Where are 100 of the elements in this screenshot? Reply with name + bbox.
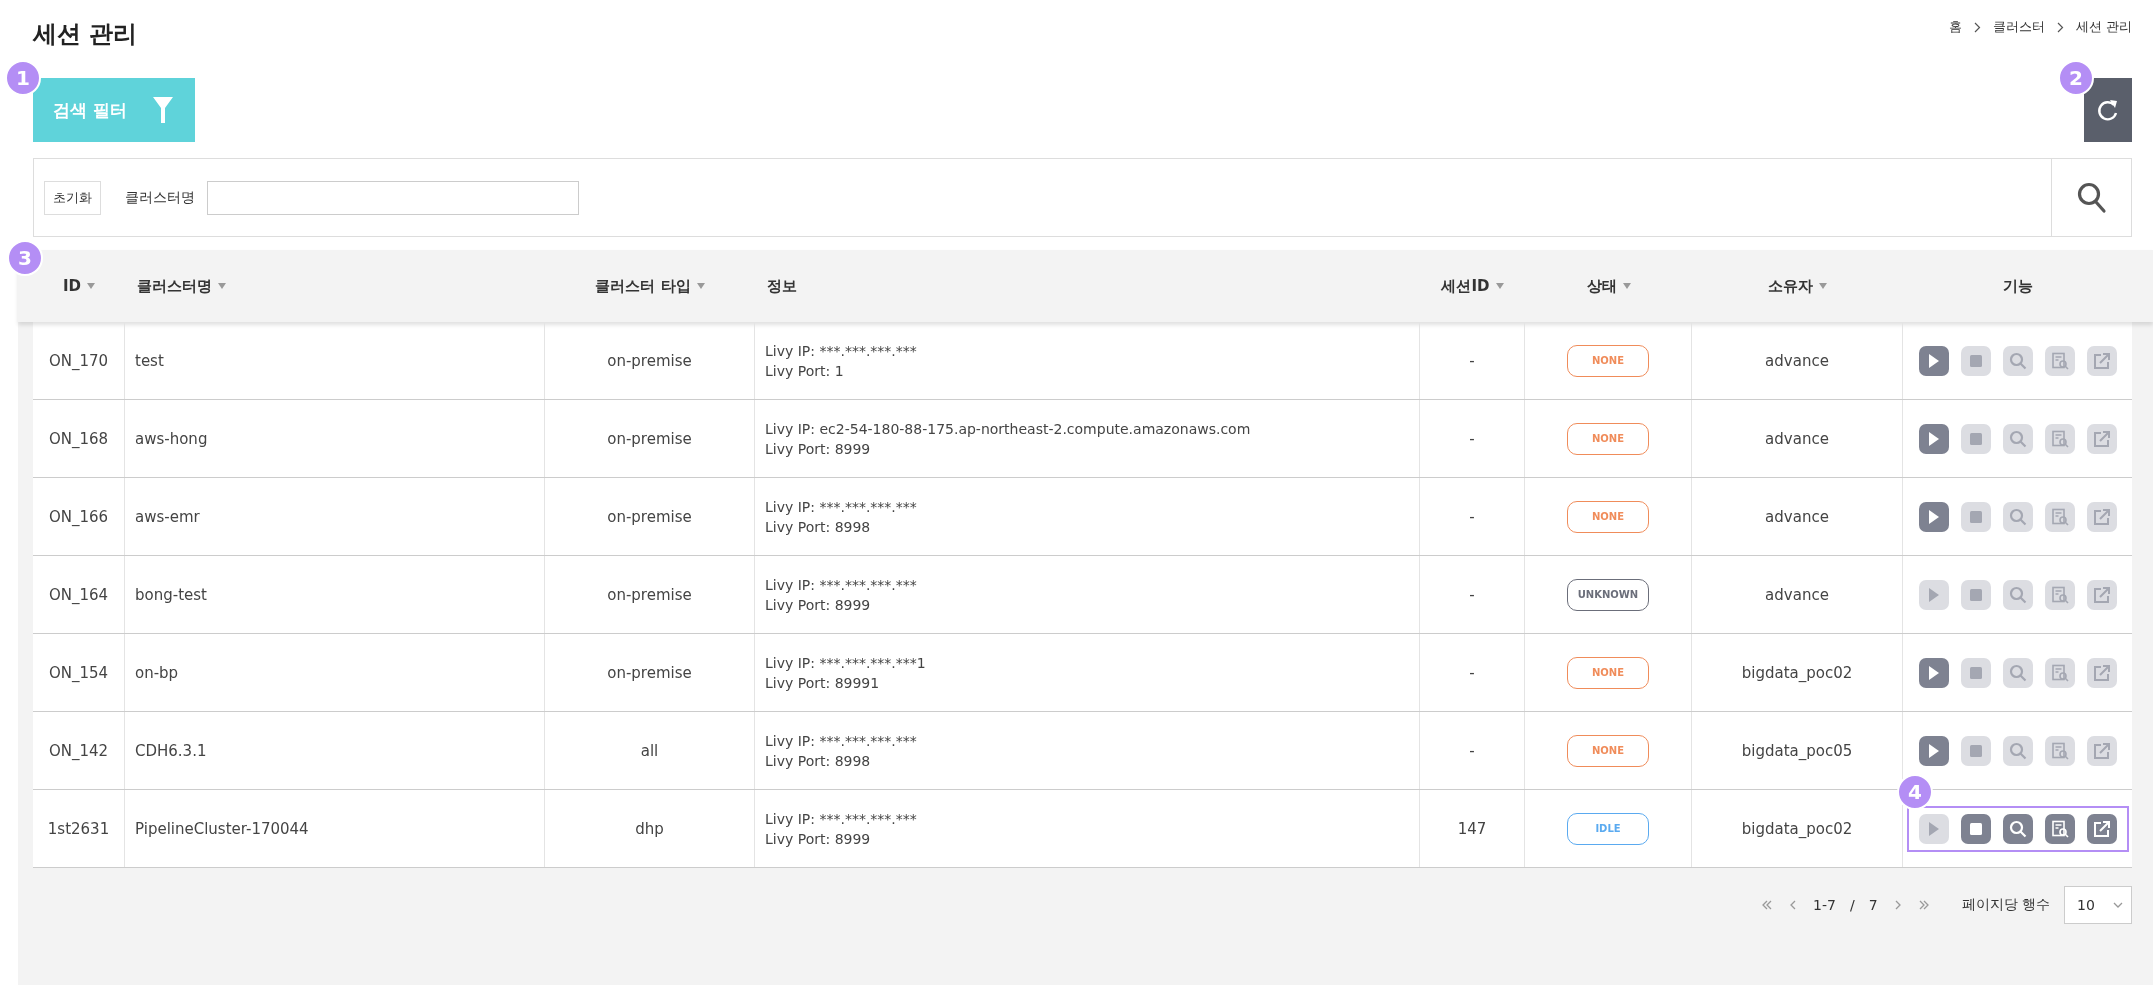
table-cell: ON_166 — [48, 507, 109, 526]
sort-caret-icon[interactable] — [1495, 283, 1504, 289]
document-search-icon — [2050, 741, 2069, 760]
breadcrumb-item[interactable]: 클러스터 — [1992, 18, 2045, 36]
column-header[interactable]: ID — [62, 277, 81, 295]
chevron-right-icon — [1973, 21, 1981, 33]
document-search-icon — [2050, 351, 2069, 370]
external-link-icon — [2092, 507, 2111, 526]
search-icon — [2076, 181, 2107, 214]
status-badge: NONE — [1567, 500, 1649, 533]
table-cell: advance — [1765, 351, 1829, 370]
play-icon — [1927, 586, 1940, 603]
info-text: Livy Port: 8999 — [765, 439, 871, 459]
last-page-icon[interactable] — [1917, 899, 1930, 911]
table-cell: aws-emr — [135, 507, 200, 526]
info-text: Livy Port: 8999 — [765, 829, 871, 849]
table-cell: PipelineCluster-170044 — [135, 819, 309, 838]
document-search-icon — [2050, 507, 2069, 526]
table-cell: bigdata_poc02 — [1741, 663, 1853, 682]
action-button[interactable] — [2044, 813, 2075, 844]
reset-button[interactable]: 초기화 — [44, 180, 101, 215]
column-header[interactable]: 상태 — [1586, 276, 1617, 296]
status-badge: UNKNOWN — [1567, 578, 1649, 611]
status-badge: IDLE — [1567, 812, 1649, 845]
info-text: Livy IP: ***.***.***.*** — [765, 809, 917, 829]
stop-icon — [1969, 588, 1982, 601]
play-icon — [1927, 664, 1940, 681]
rows-per-page-select[interactable]: 10 — [2064, 886, 2132, 924]
external-link-icon — [2092, 741, 2111, 760]
table-cell: ON_142 — [48, 741, 109, 760]
stop-icon — [1969, 510, 1982, 523]
table-cell: on-premise — [607, 663, 692, 682]
action-button[interactable] — [2086, 813, 2117, 844]
table-cell: - — [1469, 663, 1475, 682]
table-cell: bigdata_poc02 — [1741, 819, 1853, 838]
chevron-down-icon — [2113, 902, 2123, 908]
action-button[interactable] — [1918, 657, 1949, 688]
action-button[interactable] — [1960, 813, 1991, 844]
breadcrumb-item[interactable]: 홈 — [1948, 18, 1962, 36]
table-cell: advance — [1765, 585, 1829, 604]
action-button[interactable] — [2002, 813, 2033, 844]
sort-caret-icon[interactable] — [696, 283, 705, 289]
column-header[interactable]: 클러스터 타입 — [595, 276, 691, 296]
info-text: Livy Port: 89991 — [765, 673, 880, 693]
breadcrumb-item[interactable]: 세션 관리 — [2075, 18, 2132, 36]
search-icon — [2008, 351, 2027, 370]
external-link-icon — [2092, 429, 2111, 448]
column-header[interactable]: 클러스터명 — [137, 276, 212, 296]
search-icon — [2008, 663, 2027, 682]
sort-caret-icon[interactable] — [1622, 283, 1631, 289]
action-button[interactable] — [1918, 735, 1949, 766]
table-cell: 1st2631 — [47, 819, 110, 838]
refresh-button[interactable] — [2084, 78, 2132, 142]
table-cell: test — [135, 351, 164, 370]
play-icon — [1927, 508, 1940, 525]
chevron-right-icon — [2056, 21, 2064, 33]
search-icon — [2008, 741, 2027, 760]
first-page-icon[interactable] — [1761, 899, 1774, 911]
play-icon — [1927, 352, 1940, 369]
table-cell: aws-hong — [135, 429, 208, 448]
stop-icon — [1969, 354, 1982, 367]
column-header: 기능 — [2002, 276, 2033, 296]
table-cell: ON_164 — [48, 585, 109, 604]
page-title: 세션 관리 — [33, 19, 138, 50]
page-total: 7 — [1868, 897, 1878, 913]
cluster-name-input[interactable] — [207, 180, 579, 215]
field-label: 클러스터명 — [125, 188, 195, 207]
table-cell: dhp — [635, 819, 664, 838]
info-text: Livy Port: 1 — [765, 361, 844, 381]
stop-icon — [1969, 744, 1982, 757]
sort-caret-icon[interactable] — [87, 283, 95, 289]
rows-per-page-label: 페이지당 행수 — [1961, 896, 2050, 914]
stop-icon — [1969, 822, 1982, 835]
table-cell: advance — [1765, 507, 1829, 526]
status-badge: NONE — [1567, 734, 1649, 767]
document-search-icon — [2050, 429, 2069, 448]
step-badge: 1 — [5, 60, 41, 96]
page-separator: / — [1849, 897, 1855, 913]
page-range: 1-7 — [1813, 897, 1836, 913]
search-icon — [2008, 819, 2027, 838]
column-header[interactable]: 소유자 — [1768, 276, 1813, 296]
info-text: Livy Port: 8998 — [765, 751, 871, 771]
action-button[interactable] — [1918, 345, 1949, 376]
table-cell: on-premise — [607, 507, 692, 526]
document-search-icon — [2050, 585, 2069, 604]
external-link-icon — [2092, 663, 2111, 682]
step-badge: 2 — [2058, 60, 2094, 96]
column-header[interactable]: 세션ID — [1441, 276, 1490, 296]
status-badge: NONE — [1567, 422, 1649, 455]
document-search-icon — [2050, 663, 2069, 682]
action-button[interactable] — [1918, 501, 1949, 532]
sort-caret-icon[interactable] — [1819, 283, 1827, 289]
table-cell: advance — [1765, 429, 1829, 448]
table-cell: - — [1469, 507, 1475, 526]
info-text: Livy IP: ***.***.***.*** — [765, 341, 917, 361]
search-icon — [2008, 429, 2027, 448]
table-cell: - — [1469, 585, 1475, 604]
action-button[interactable] — [1918, 423, 1949, 454]
stop-icon — [1969, 666, 1982, 679]
sort-caret-icon[interactable] — [218, 283, 226, 289]
